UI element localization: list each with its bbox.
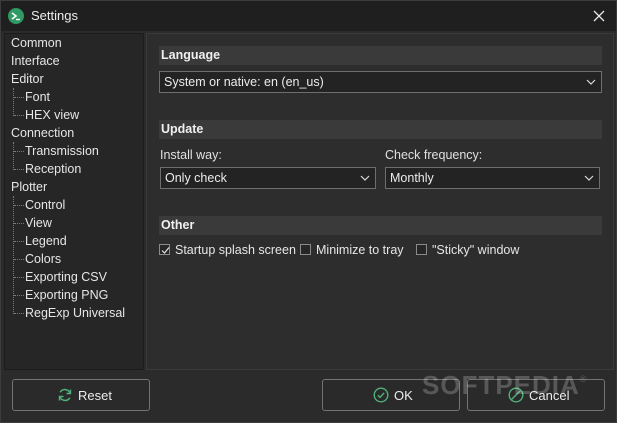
sidebar-item-view[interactable]: View — [25, 214, 52, 232]
sidebar-item-control[interactable]: Control — [25, 196, 65, 214]
close-button[interactable] — [588, 6, 610, 26]
install-way-value: Only check — [165, 171, 227, 185]
settings-sidebar: Common Interface Editor Font HEX view Co… — [4, 33, 144, 370]
sidebar-item-exporting-png[interactable]: Exporting PNG — [25, 286, 108, 304]
sidebar-item-hex-view[interactable]: HEX view — [25, 106, 79, 124]
minimize-to-tray-checkbox[interactable]: Minimize to tray — [300, 242, 410, 258]
ok-button-label: OK — [394, 388, 413, 403]
tree-connector — [13, 196, 15, 314]
install-way-select[interactable]: Only check — [160, 167, 376, 189]
startup-splash-label: Startup splash screen — [175, 243, 296, 257]
checkbox-box — [300, 244, 311, 255]
tree-connector — [13, 142, 15, 170]
sidebar-item-interface[interactable]: Interface — [11, 52, 60, 70]
tree-connector — [14, 313, 24, 314]
sidebar-item-connection[interactable]: Connection — [11, 124, 74, 142]
close-icon — [593, 10, 605, 22]
sidebar-item-legend[interactable]: Legend — [25, 232, 67, 250]
chevron-down-icon — [360, 175, 370, 181]
sidebar-item-editor[interactable]: Editor — [11, 70, 44, 88]
reset-button-label: Reset — [78, 388, 112, 403]
reset-button[interactable]: Reset — [12, 379, 150, 411]
language-select[interactable]: System or native: en (en_us) — [159, 71, 602, 93]
tree-connector — [14, 169, 24, 170]
checkbox-box — [416, 244, 427, 255]
tree-connector — [14, 115, 24, 116]
language-select-value: System or native: en (en_us) — [164, 75, 324, 89]
window-title: Settings — [31, 8, 78, 23]
tree-connector — [14, 223, 24, 224]
update-section-header: Update — [159, 120, 602, 139]
chevron-down-icon — [586, 79, 596, 85]
tree-connector — [14, 241, 24, 242]
sticky-window-label: "Sticky" window — [432, 243, 520, 257]
cancel-button-label: Cancel — [529, 388, 570, 403]
sidebar-item-plotter[interactable]: Plotter — [11, 178, 47, 196]
terminal-icon — [8, 8, 24, 24]
checkbox-box — [159, 244, 170, 255]
cancel-circle-icon — [508, 387, 524, 403]
check-icon — [161, 247, 170, 254]
install-way-label: Install way: — [160, 148, 222, 162]
tree-connector — [14, 205, 24, 206]
other-section-header: Other — [159, 216, 602, 235]
chevron-down-icon — [584, 175, 594, 181]
cancel-button[interactable]: Cancel — [467, 379, 605, 411]
settings-panel: Language System or native: en (en_us) Up… — [146, 33, 614, 370]
check-circle-icon — [373, 387, 389, 403]
tree-connector — [14, 259, 24, 260]
tree-connector — [14, 277, 24, 278]
minimize-to-tray-label: Minimize to tray — [316, 243, 404, 257]
tree-connector — [14, 151, 24, 152]
tree-connector — [13, 88, 15, 116]
check-frequency-select[interactable]: Monthly — [385, 167, 600, 189]
language-section-header: Language — [159, 46, 602, 65]
sidebar-item-regexp-universal[interactable]: RegExp Universal — [25, 304, 125, 322]
check-frequency-value: Monthly — [390, 171, 434, 185]
refresh-icon — [58, 388, 72, 402]
title-bar: Settings — [1, 1, 616, 31]
tree-connector — [14, 295, 24, 296]
sidebar-item-common[interactable]: Common — [11, 34, 62, 52]
sidebar-item-transmission[interactable]: Transmission — [25, 142, 99, 160]
sidebar-item-font[interactable]: Font — [25, 88, 50, 106]
tree-connector — [14, 97, 24, 98]
startup-splash-checkbox[interactable]: Startup splash screen — [159, 242, 296, 258]
sticky-window-checkbox[interactable]: "Sticky" window — [416, 242, 526, 258]
ok-button[interactable]: OK — [322, 379, 460, 411]
check-frequency-label: Check frequency: — [385, 148, 483, 162]
sidebar-item-reception[interactable]: Reception — [25, 160, 81, 178]
sidebar-item-exporting-csv[interactable]: Exporting CSV — [25, 268, 107, 286]
sidebar-item-colors[interactable]: Colors — [25, 250, 61, 268]
